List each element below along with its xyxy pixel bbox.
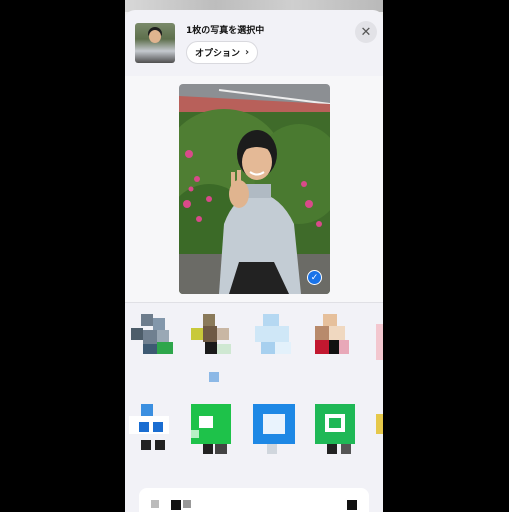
selected-photo-thumbnail (135, 23, 175, 63)
contact-2[interactable] (191, 314, 241, 382)
options-button[interactable]: オプション › (186, 41, 259, 64)
contacts-row (125, 310, 383, 392)
contact-1[interactable] (131, 314, 181, 364)
action-list[interactable] (139, 488, 369, 512)
contact-4[interactable] (311, 314, 361, 364)
options-label: オプション (195, 49, 241, 59)
close-icon: ✕ (360, 24, 372, 40)
apps-row (125, 400, 383, 480)
contact-3[interactable] (251, 314, 301, 364)
selected-photo[interactable] (179, 84, 330, 294)
phone-screen: 1枚の写真を選択中 オプション › ✕ ✓ (125, 0, 383, 512)
photo-image (179, 84, 330, 294)
close-button[interactable]: ✕ (355, 21, 377, 43)
chevron-right-icon: › (245, 47, 250, 58)
app-1[interactable] (129, 404, 179, 454)
app-4[interactable] (315, 404, 365, 454)
photo-preview-area: ✓ (125, 76, 383, 302)
app-3[interactable] (253, 404, 303, 454)
photo-divider (125, 302, 383, 303)
share-sheet-header: 1枚の写真を選択中 オプション › ✕ (125, 10, 383, 76)
checkmark-icon[interactable]: ✓ (307, 270, 322, 285)
share-sheet: 1枚の写真を選択中 オプション › ✕ ✓ (125, 10, 383, 512)
share-title: 1枚の写真を選択中 (186, 26, 265, 36)
app-2[interactable] (191, 404, 241, 454)
